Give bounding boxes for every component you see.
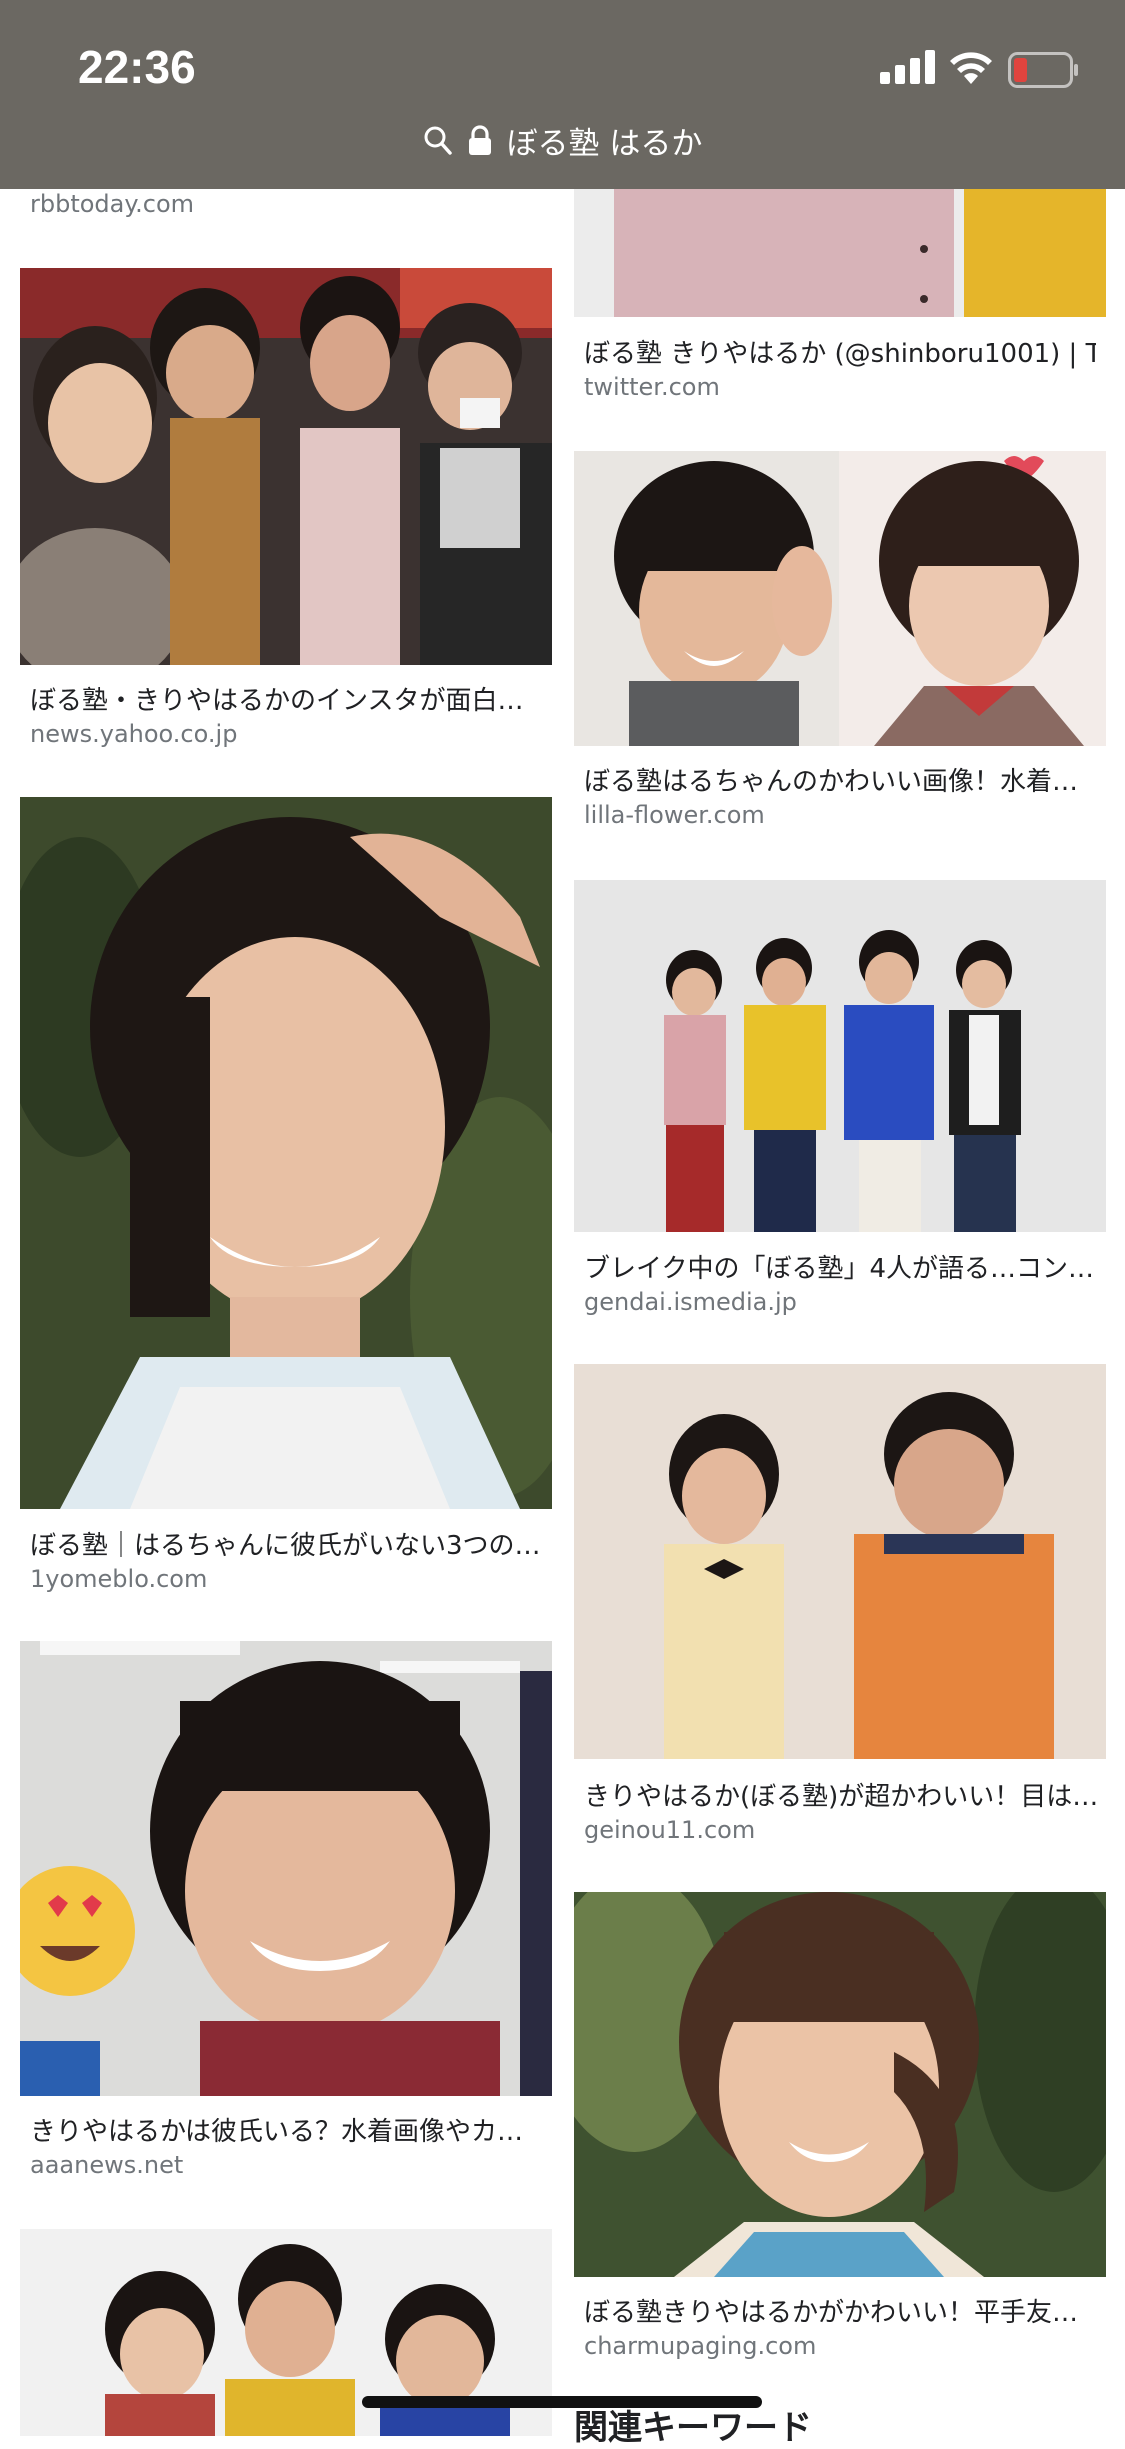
result-title: ぼる塾はるちゃんのかわいい画像！水着… (584, 767, 1079, 797)
result-source: 1yomeblo.com (30, 1565, 208, 1593)
signal-icon (880, 50, 935, 84)
result-image[interactable] (20, 268, 552, 665)
result-image[interactable] (574, 1892, 1106, 2277)
status-clock: 22:36 (78, 41, 196, 93)
result-image[interactable] (574, 451, 1106, 746)
result-source: aaanews.net (30, 2151, 184, 2179)
battery-icon (1008, 52, 1078, 88)
result-source: rbbtoday.com (30, 190, 195, 218)
result-image[interactable] (20, 1641, 552, 2096)
wifi-icon (950, 52, 992, 84)
result-source: news.yahoo.co.jp (30, 720, 238, 748)
image-result-4[interactable]: きりやはるかは彼氏いる？水着画像やカ… aaanews.net (20, 1641, 552, 2196)
image-result-3[interactable]: ぼる塾｜はるちゃんに彼氏がいない3つの… 1yomeblo.com (20, 797, 552, 1607)
search-query: ぼる塾 はるか (506, 125, 703, 162)
result-image[interactable] (574, 189, 1106, 317)
result-image[interactable] (20, 797, 552, 1509)
result-title: きりやはるかは彼氏いる？水着画像やカ… (30, 2117, 523, 2147)
image-result-10[interactable]: ぼる塾きりやはるかがかわいい！平手友… charmupaging.com (574, 1892, 1106, 2362)
result-image[interactable] (574, 1364, 1106, 1759)
result-title: ぼる塾 きりやはるか (@shinboru1001) | T… (584, 339, 1096, 369)
result-source: lilla-flower.com (584, 801, 765, 829)
result-title: ぼる塾きりやはるかがかわいい！平手友… (584, 2298, 1079, 2328)
result-source: twitter.com (584, 373, 720, 401)
image-result-8[interactable]: ブレイク中の「ぼる塾」4人が語る…コン… gendai.ismedia.jp (574, 880, 1106, 1320)
address-bar[interactable]: ぼる塾 はるか (0, 115, 1125, 165)
search-icon (424, 126, 452, 155)
lock-icon (468, 125, 491, 155)
result-source: charmupaging.com (584, 2332, 817, 2360)
result-source: geinou11.com (584, 1816, 756, 1844)
image-result-7[interactable]: ぼる塾はるちゃんのかわいい画像！水着… lilla-flower.com (574, 451, 1106, 841)
image-result-6[interactable]: ぼる塾 きりやはるか (@shinboru1001) | T… twitter.… (574, 189, 1106, 419)
image-result-9[interactable]: きりやはるか(ぼる塾)が超かわいい！目は… geinou11.com (574, 1364, 1106, 1849)
browser-header: 22:36 ぼる塾 はるか (0, 0, 1125, 189)
image-result-2[interactable]: ぼる塾・きりやはるかのインスタが面白… news.yahoo.co.jp (20, 268, 552, 758)
result-title: ブレイク中の「ぼる塾」4人が語る…コン… (584, 1254, 1095, 1284)
result-source: gendai.ismedia.jp (584, 1288, 797, 1316)
result-title: きりやはるか(ぼる塾)が超かわいい！目は… (584, 1782, 1096, 1812)
result-title: ぼる塾｜はるちゃんに彼氏がいない3つの… (30, 1531, 541, 1561)
home-indicator[interactable] (362, 2396, 762, 2408)
result-title: ぼる塾・きりやはるかのインスタが面白… (30, 686, 524, 716)
result-image[interactable] (574, 880, 1106, 1232)
